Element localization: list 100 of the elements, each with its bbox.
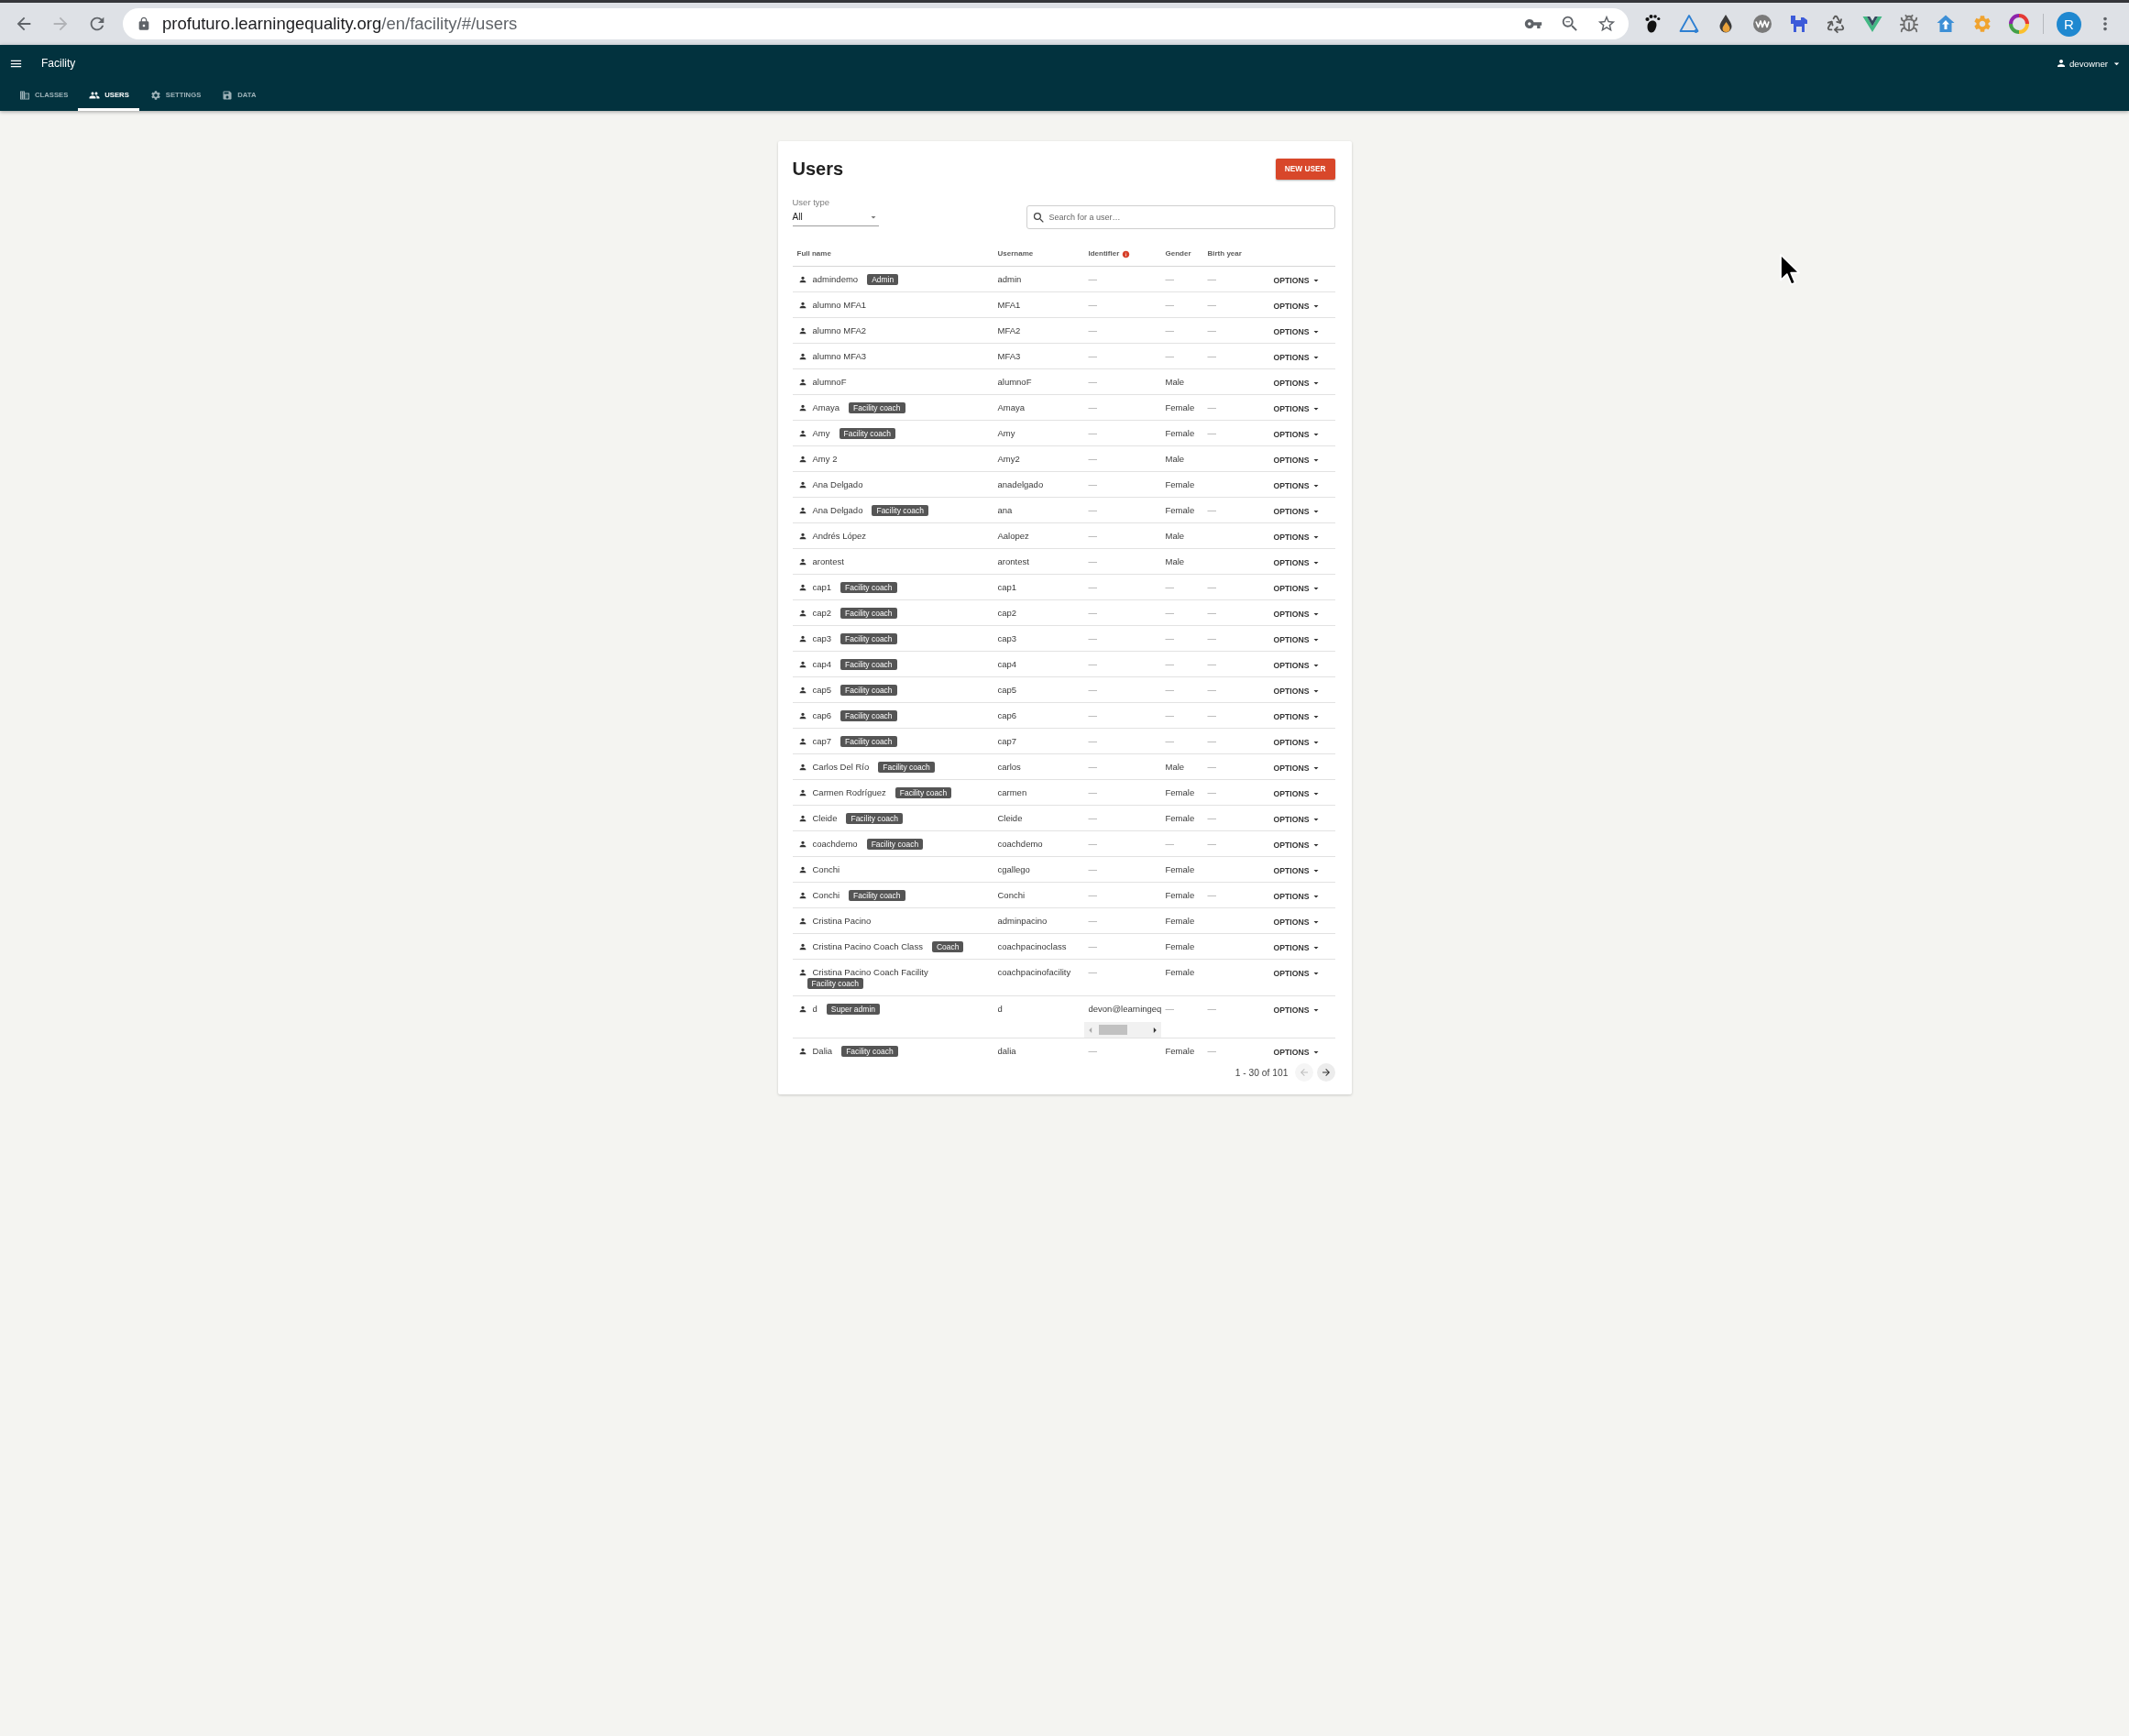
options-button[interactable]: OPTIONS [1273,583,1322,594]
username-text: cap4 [997,659,1017,670]
gender-text: Female [1165,813,1195,824]
full-name-text: cap6 [812,710,832,720]
bug-icon[interactable] [1899,14,1919,34]
gender-text: Female [1165,916,1195,927]
options-button[interactable]: OPTIONS [1273,814,1322,825]
options-button[interactable]: OPTIONS [1273,942,1322,953]
v-logo-icon[interactable] [1862,14,1882,34]
full-name-text: Ana Delgado [812,505,863,515]
options-button[interactable]: OPTIONS [1273,480,1322,491]
horizontal-scrollbar[interactable] [1083,1022,1161,1038]
username-text: coachdemo [997,839,1043,850]
options-button[interactable]: OPTIONS [1273,557,1322,568]
column-header: Gender [1165,248,1191,259]
birth-year-text: — [1207,1046,1216,1057]
person-icon [2056,58,2067,69]
options-button[interactable]: OPTIONS [1273,865,1322,876]
new-user-button[interactable]: NEW USER [1275,158,1335,180]
profile-avatar[interactable]: R [2057,11,2081,37]
house-arrow-icon[interactable] [1936,14,1956,34]
full-name-text: alumno MFA1 [812,300,867,310]
settings-icon [149,89,161,101]
lock-icon[interactable] [137,16,151,31]
options-button[interactable]: OPTIONS [1273,840,1322,851]
username-text: MFA3 [997,351,1021,362]
person-icon [797,429,807,438]
options-button[interactable]: OPTIONS [1273,660,1322,671]
person-icon [797,634,807,643]
identifier-text: — [1088,608,1097,619]
options-button[interactable]: OPTIONS [1273,378,1322,389]
info-icon[interactable] [1122,249,1131,258]
full-name-text: Dalia [812,1046,833,1056]
figure-icon[interactable] [1789,14,1809,34]
person-icon [797,609,807,618]
options-button[interactable]: OPTIONS [1273,968,1322,979]
options-button[interactable]: OPTIONS [1273,686,1322,697]
identifier-text: — [1088,710,1097,721]
person-icon [797,480,807,489]
person-icon [797,352,807,361]
next-page-button[interactable] [1316,1063,1335,1082]
birth-year-text: — [1207,402,1216,413]
app-title: Facility [41,57,76,70]
identifier-text: — [1088,274,1097,285]
options-button[interactable]: OPTIONS [1273,506,1322,517]
options-button[interactable]: OPTIONS [1273,891,1322,902]
options-button[interactable]: OPTIONS [1273,788,1322,799]
search-field[interactable]: Search for a user… [1026,205,1335,229]
full-name-text: Carlos Del Río [812,762,870,772]
person-icon [797,840,807,849]
gender-text: — [1165,633,1174,644]
user-type-select[interactable]: All [792,211,879,226]
options-button[interactable]: OPTIONS [1273,301,1322,312]
star-icon[interactable] [1597,14,1617,34]
zoom-out-icon[interactable] [1560,14,1580,34]
user-menu-button[interactable]: devowner [2056,57,2123,70]
options-button[interactable]: OPTIONS [1273,1047,1322,1058]
gender-text: — [1165,274,1174,285]
options-button[interactable]: OPTIONS [1273,737,1322,748]
username-text: cap6 [997,710,1017,721]
options-button[interactable]: OPTIONS [1273,609,1322,620]
wave-icon[interactable] [1752,14,1772,34]
identifier-text: — [1088,787,1097,798]
options-button[interactable]: OPTIONS [1273,763,1322,774]
full-name-text: cap7 [812,736,832,746]
triangle-icon[interactable] [1679,14,1699,34]
person-icon [797,455,807,464]
options-button[interactable]: OPTIONS [1273,429,1322,440]
person-icon [797,1005,807,1014]
person-icon [797,506,807,515]
recycle-icon[interactable] [1826,14,1846,34]
options-button[interactable]: OPTIONS [1273,326,1322,337]
username-text: d [997,1004,1003,1015]
ring-icon[interactable] [2009,14,2029,34]
person-icon [797,275,807,284]
birth-year-text: — [1207,890,1216,901]
options-button[interactable]: OPTIONS [1273,711,1322,722]
birth-year-text: — [1207,762,1216,773]
options-button[interactable]: OPTIONS [1273,275,1322,286]
address-bar[interactable]: profuturo.learningequality.org/en/facility/#/users [123,8,1629,39]
identifier-text: — [1088,762,1097,773]
username-text: Cleide [997,813,1023,824]
options-button[interactable]: OPTIONS [1273,352,1322,363]
options-button[interactable]: OPTIONS [1273,917,1322,928]
full-name-text: arontest [812,556,844,566]
options-button[interactable]: OPTIONS [1273,455,1322,466]
options-button[interactable]: OPTIONS [1273,1005,1322,1016]
gender-text: — [1165,582,1174,593]
identifier-text: — [1088,736,1097,747]
identifier-text: — [1088,890,1097,901]
role-badge: Coach [931,941,964,952]
role-badge: Facility coach [840,633,897,644]
identifier-text: — [1088,505,1097,516]
username-text: MFA2 [997,325,1021,336]
options-button[interactable]: OPTIONS [1273,532,1322,543]
role-badge: Admin [867,274,899,285]
options-button[interactable]: OPTIONS [1273,403,1322,414]
username-text: coachpacinofacility [997,967,1071,978]
scrollbar-thumb[interactable] [1098,1025,1127,1035]
options-button[interactable]: OPTIONS [1273,634,1322,645]
